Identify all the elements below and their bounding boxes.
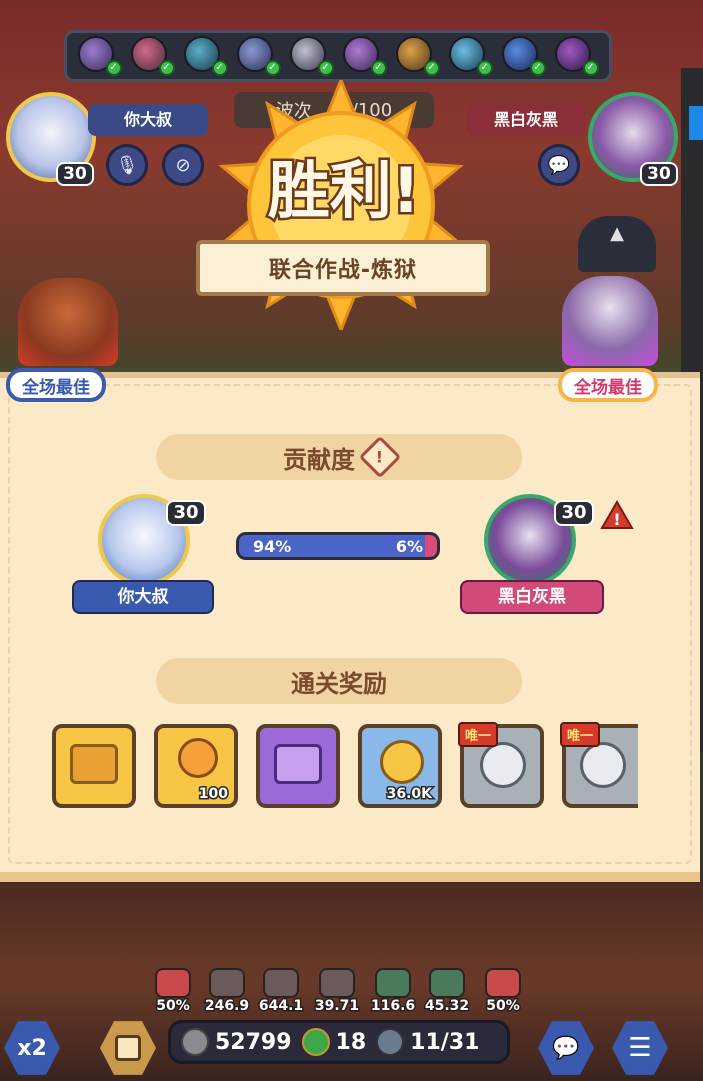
stat-power: 246.9 <box>203 968 251 1016</box>
check-icon: ✓ <box>264 60 281 76</box>
menu-icon: ☰ <box>628 1033 652 1063</box>
mvp-badge-left: 全场最佳 <box>6 368 106 402</box>
coin-icon <box>380 740 424 784</box>
reward-qty: 36.0K <box>385 785 433 804</box>
mic-off-icon: 🎙 <box>115 154 139 176</box>
mvp-character-right <box>562 276 658 366</box>
contribution-title: 贡献度 <box>283 445 355 474</box>
stat-attack-speed: 50% <box>150 968 196 1016</box>
stat-damage: 644.1 <box>257 968 305 1016</box>
mute-chat-button[interactable]: ⊘ <box>162 144 204 186</box>
check-icon: ✓ <box>317 60 334 76</box>
silver-emblem-icon <box>580 742 626 788</box>
svg-text:!: ! <box>613 510 620 529</box>
chat-icon: 💬 <box>552 1035 580 1061</box>
enemy-slot: ✓ <box>554 36 599 76</box>
stat-icon <box>209 968 245 998</box>
enemy-slot: ✓ <box>395 36 440 76</box>
reward-item[interactable]: 100 <box>154 724 238 808</box>
level-badge: 30 <box>640 162 678 186</box>
level-badge: 30 <box>56 162 94 186</box>
chat-off-icon: ⊘ <box>175 154 191 176</box>
contrib-name-left: 你大叔 <box>72 580 214 614</box>
stat-icon <box>155 968 191 998</box>
enemy-slot: ✓ <box>183 36 228 76</box>
enemy-slot: ✓ <box>342 36 387 76</box>
chevron-up-icon: ▲ <box>610 223 624 244</box>
unit-count: 11/31 <box>376 1028 479 1056</box>
player-name-right: 黑白灰黑 <box>466 104 586 136</box>
unit-icon <box>376 1028 405 1056</box>
check-icon: ✓ <box>211 60 228 76</box>
unique-tag: 唯一 <box>560 722 601 747</box>
player-name-left: 你大叔 <box>88 104 208 136</box>
mode-name: 联合作战-炼狱 <box>268 258 418 283</box>
warning-diamond-icon[interactable]: ! <box>358 435 402 479</box>
gold-chest-icon <box>70 744 118 784</box>
reward-item[interactable] <box>256 724 340 808</box>
stat-speed: 45.32 <box>423 968 471 1016</box>
stat-bonus: 50% <box>480 968 526 1016</box>
board-icon <box>115 1035 141 1061</box>
unique-tag: 唯一 <box>458 722 499 747</box>
contribution-percent-left: 94% <box>253 537 292 556</box>
rewards-header: 通关奖励 <box>156 658 522 704</box>
victory-title: 胜利! <box>265 152 422 230</box>
enemy-slot: ✓ <box>77 36 122 76</box>
chat-bubble-icon: 💬 <box>547 154 571 176</box>
stat-icon <box>485 968 521 998</box>
warning-triangle-icon[interactable]: ! <box>600 499 634 530</box>
check-icon: ✓ <box>582 60 599 76</box>
enemy-slot: ✓ <box>236 36 281 76</box>
enemy-slot: ✓ <box>289 36 334 76</box>
resource-bar: 52799 18 11/31 <box>168 1020 510 1064</box>
stat-defense: 39.71 <box>313 968 361 1016</box>
collapse-tab[interactable]: ▲ <box>578 216 656 272</box>
clover-resource: 18 <box>301 1028 366 1056</box>
reward-item[interactable]: 唯一 <box>458 722 544 808</box>
contrib-name-right: 黑白灰黑 <box>460 580 604 614</box>
check-icon: ✓ <box>370 60 387 76</box>
mvp-badge-right: 全场最佳 <box>558 368 658 402</box>
stat-icon <box>429 968 465 998</box>
level-badge: 30 <box>554 500 594 526</box>
key-icon <box>178 738 218 778</box>
mute-mic-button[interactable]: 🎙 <box>106 144 148 186</box>
check-icon: ✓ <box>423 60 440 76</box>
stat-icon <box>375 968 411 998</box>
contribution-header: 贡献度 ! <box>156 434 522 480</box>
reward-qty: 100 <box>197 785 229 804</box>
rewards-title: 通关奖励 <box>291 669 387 698</box>
enemy-slot: ✓ <box>501 36 546 76</box>
check-icon: ✓ <box>529 60 546 76</box>
enemy-slot: ✓ <box>448 36 493 76</box>
stat-icon <box>319 968 355 998</box>
reward-item[interactable]: 36.0K <box>358 724 442 808</box>
mode-banner: 联合作战-炼狱 <box>196 240 490 296</box>
enemy-queue: ✓ ✓ ✓ ✓ ✓ ✓ ✓ ✓ ✓ ✓ <box>64 30 612 82</box>
level-badge: 30 <box>166 500 206 526</box>
clover-icon <box>301 1028 330 1056</box>
check-icon: ✓ <box>158 60 175 76</box>
check-icon: ✓ <box>105 60 122 76</box>
enemy-slot: ✓ <box>130 36 175 76</box>
reward-item[interactable]: 唯一 <box>560 722 638 808</box>
contribution-percent-right: 6% <box>395 537 423 556</box>
stat-icon <box>263 968 299 998</box>
silver-emblem-icon <box>480 742 526 788</box>
silver-resource: 52799 <box>181 1028 292 1056</box>
purple-chest-icon <box>274 744 322 784</box>
reward-item[interactable] <box>52 724 136 808</box>
silver-coin-icon <box>181 1028 209 1056</box>
mvp-character-left <box>18 278 118 366</box>
contribution-bar: 94% 6% <box>236 532 440 560</box>
stat-crit: 116.6 <box>369 968 417 1016</box>
check-icon: ✓ <box>476 60 493 76</box>
chat-button[interactable]: 💬 <box>538 144 580 186</box>
